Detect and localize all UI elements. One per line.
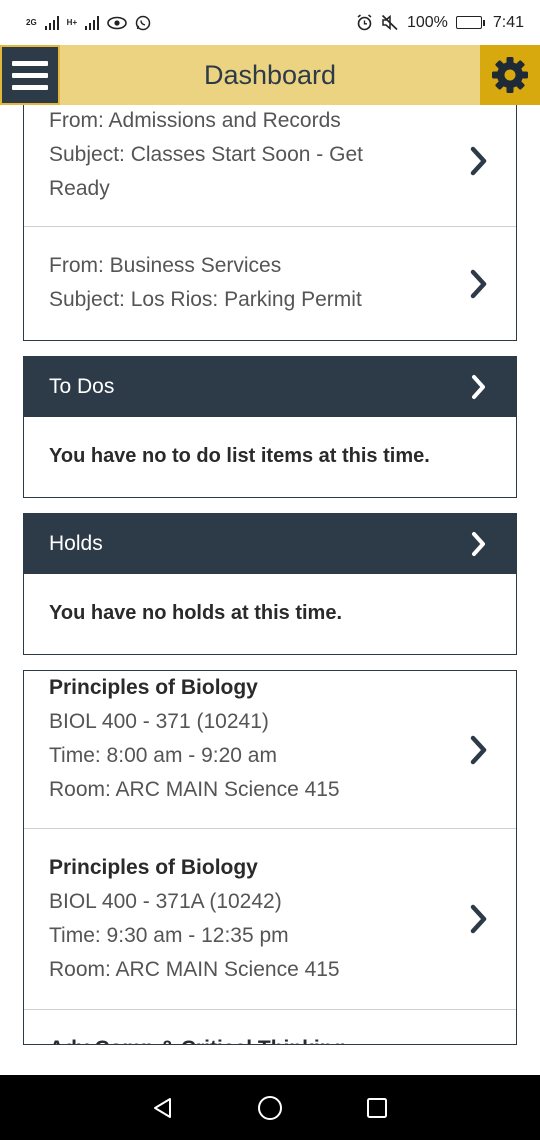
chevron-right-icon [470,146,487,176]
messages-card: From: Admissions and Records Subject: Cl… [23,105,517,341]
class-name: Principles of Biology [49,676,258,699]
holds-card: Holds You have no holds at this time. [23,513,517,655]
status-right: 100% 7:41 [356,14,524,32]
alarm-icon [357,14,372,31]
message-from: From: Business Services [49,254,282,277]
dashboard-content[interactable]: From: Admissions and Records Subject: Cl… [0,105,540,1075]
clock-time: 7:41 [492,13,524,31]
system-nav-bar [0,1075,540,1140]
message-from: From: Admissions and Records [49,109,341,132]
app-header: Dashboard [0,45,540,105]
battery-icon [455,16,485,29]
class-name: Principles of Biology [49,856,258,879]
todos-header[interactable]: To Dos [24,357,516,417]
class-code: BIOL 400 - 371A (10242) [49,890,282,913]
class-room: Room: ARC MAIN Science 415 [49,778,340,801]
class-time: Time: 8:00 am - 9:20 am [49,744,277,767]
todos-empty-text: You have no to do list items at this tim… [49,445,430,467]
recents-square-icon[interactable] [365,1096,389,1120]
message-item[interactable]: From: Admissions and Records Subject: Cl… [24,105,516,227]
signal-icon [44,15,59,30]
mute-icon [381,14,398,31]
signal-icon-2 [85,15,100,30]
class-item[interactable]: Adv Comp & Critical Thinking [24,1010,516,1044]
class-room: Room: ARC MAIN Science 415 [49,958,340,981]
eye-icon [107,16,127,29]
chevron-right-icon [470,904,487,934]
gear-icon[interactable] [480,45,540,105]
status-bar: 2G H+ 100% 7:41 [0,0,540,45]
todos-card: To Dos You have no to do list items at t… [23,356,517,498]
message-subject-cont: Ready [49,177,110,200]
holds-header[interactable]: Holds [24,514,516,574]
class-code: BIOL 400 - 371 (10241) [49,710,269,733]
back-triangle-icon[interactable] [151,1096,175,1120]
class-item[interactable]: Principles of Biology BIOL 400 - 371 (10… [24,671,516,829]
holds-title: Holds [49,532,103,555]
classes-card: Principles of Biology BIOL 400 - 371 (10… [23,670,517,1045]
chevron-right-icon [470,735,487,764]
chevron-right-icon [472,375,485,399]
holds-empty-text: You have no holds at this time. [49,602,342,624]
class-item[interactable]: Principles of Biology BIOL 400 - 371A (1… [24,829,516,1010]
chevron-right-icon [472,532,485,556]
message-subject: Subject: Classes Start Soon - Get [49,143,363,166]
todos-title: To Dos [49,375,115,398]
message-subject: Subject: Los Rios: Parking Permit [49,288,362,311]
hamburger-menu-icon[interactable] [0,45,60,105]
page-title: Dashboard [203,60,337,90]
status-left: 2G H+ [26,15,151,31]
message-item[interactable]: From: Business Services Subject: Los Rio… [24,227,516,340]
network-hplus-label: H+ [66,17,78,27]
class-time: Time: 9:30 am - 12:35 pm [49,924,289,947]
home-circle-icon[interactable] [256,1094,284,1122]
class-name: Adv Comp & Critical Thinking [49,1032,456,1044]
network-type-label: 2G [26,17,37,27]
whatsapp-icon [135,15,151,30]
chevron-right-icon [470,269,487,299]
battery-percent: 100% [406,13,448,31]
